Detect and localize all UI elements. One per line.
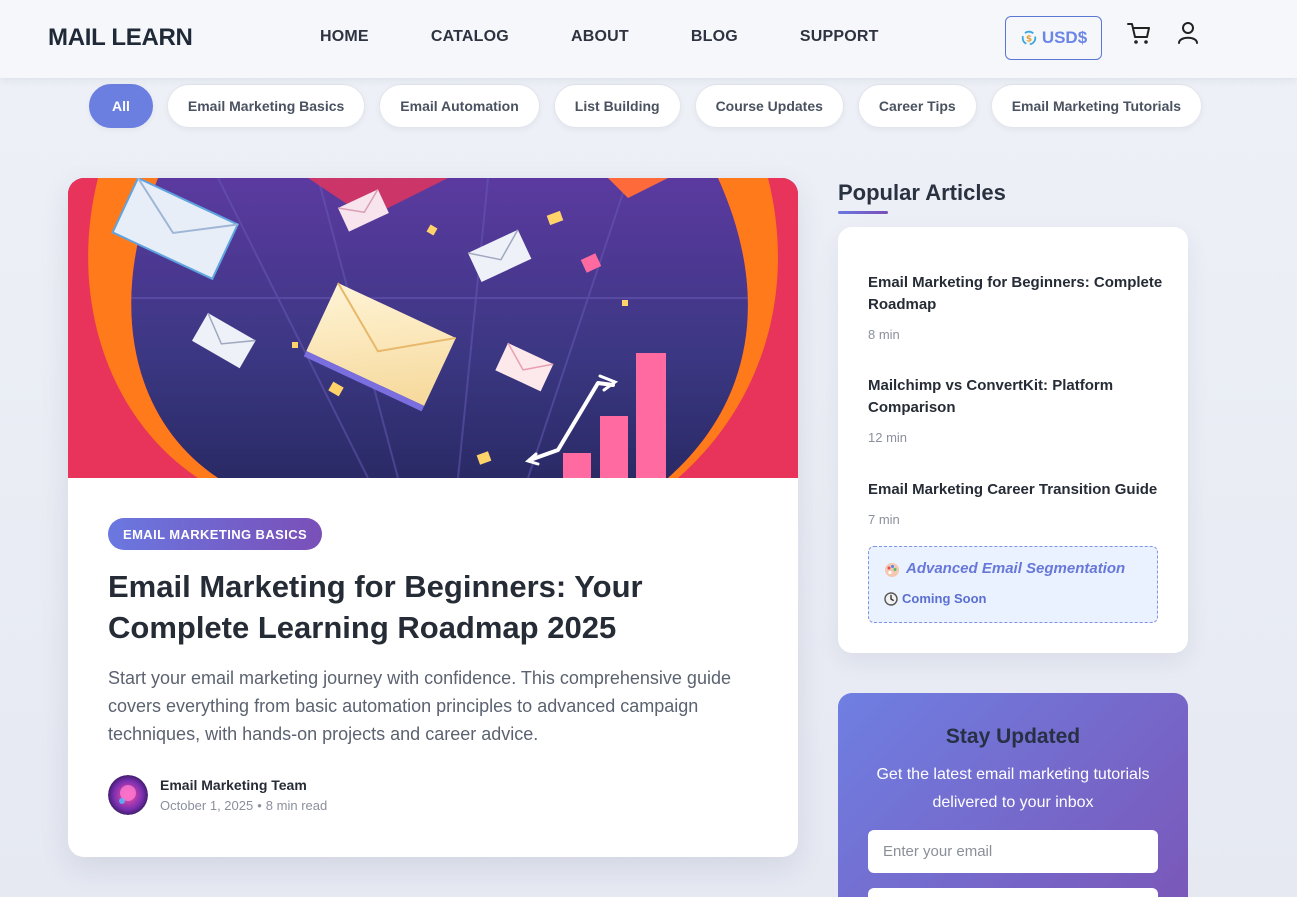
hero-image xyxy=(68,178,798,478)
category-filters: All Email Marketing Basics Email Automat… xyxy=(89,84,1203,128)
newsletter-email-input[interactable] xyxy=(868,830,1158,873)
article-meta: October 1, 2025 • 8 min read xyxy=(160,798,327,813)
nav-blog[interactable]: BLOG xyxy=(691,28,738,46)
site-logo[interactable]: MAIL LEARN xyxy=(48,24,193,52)
newsletter-panel: Stay Updated Get the latest email market… xyxy=(838,693,1188,897)
palette-icon xyxy=(885,563,899,577)
article-title[interactable]: Email Marketing for Beginners: Your Comp… xyxy=(108,566,748,648)
newsletter-subscribe-button[interactable] xyxy=(868,888,1158,897)
filter-career-tips[interactable]: Career Tips xyxy=(857,84,977,128)
currency-selector[interactable]: $ USD$ xyxy=(1005,16,1102,60)
filter-course-updates[interactable]: Course Updates xyxy=(694,84,844,128)
coming-soon-title: Advanced Email Segmentation xyxy=(906,560,1126,577)
filter-email-automation[interactable]: Email Automation xyxy=(379,84,540,128)
popular-article-time: 12 min xyxy=(868,430,908,445)
user-icon[interactable] xyxy=(1175,20,1201,46)
nav-support[interactable]: SUPPORT xyxy=(800,28,879,46)
popular-article-title[interactable]: Mailchimp vs ConvertKit: Platform Compar… xyxy=(868,375,1163,419)
filter-email-marketing-tutorials[interactable]: Email Marketing Tutorials xyxy=(990,84,1203,128)
author-block: Email Marketing Team October 1, 2025 • 8 m… xyxy=(108,775,327,815)
author-avatar xyxy=(108,775,148,815)
currency-label: USD$ xyxy=(1041,28,1088,47)
clock-icon xyxy=(884,592,898,606)
popular-articles-heading: Popular Articles xyxy=(838,180,1006,205)
nav-about[interactable]: ABOUT xyxy=(571,28,629,46)
filter-list-building[interactable]: List Building xyxy=(553,84,681,128)
featured-article-card[interactable]: EMAIL MARKETING BASICS Email Marketing f… xyxy=(68,178,798,857)
newsletter-title: Stay Updated xyxy=(945,725,1081,748)
main-nav: HOME CATALOG ABOUT BLOG SUPPORT xyxy=(320,28,941,46)
popular-article-title[interactable]: Email Marketing Career Transition Guide xyxy=(868,479,1163,501)
popular-article-item[interactable]: Email Marketing Career Transition Guide … xyxy=(868,479,1163,527)
article-excerpt: Start your email marketing journey with … xyxy=(108,668,731,744)
article-date: October 1, 2025 xyxy=(160,798,254,813)
cart-icon[interactable] xyxy=(1126,20,1152,46)
site-header: MAIL LEARN HOME CATALOG ABOUT BLOG SUPPO… xyxy=(0,0,1297,78)
popular-article-item[interactable]: Email Marketing for Beginners: Complete … xyxy=(868,272,1163,342)
category-badge[interactable]: EMAIL MARKETING BASICS xyxy=(108,518,323,550)
read-time: 8 min read xyxy=(265,798,328,813)
coming-soon-item: Advanced Email Segmentation Coming Soon xyxy=(868,546,1158,623)
popular-article-time: 7 min xyxy=(868,512,900,527)
nav-home[interactable]: HOME xyxy=(320,28,369,46)
heading-underline xyxy=(838,211,888,214)
popular-articles-panel: Email Marketing for Beginners: Complete … xyxy=(838,227,1188,653)
filter-all[interactable]: All xyxy=(89,84,153,128)
filter-email-marketing-basics[interactable]: Email Marketing Basics xyxy=(166,84,366,128)
svg-text:$: $ xyxy=(1026,35,1032,45)
popular-article-item[interactable]: Mailchimp vs ConvertKit: Platform Compar… xyxy=(868,375,1163,445)
meta-separator: • xyxy=(257,798,262,813)
currency-exchange-icon: $ xyxy=(1021,30,1037,46)
coming-soon-status: Coming Soon xyxy=(902,591,987,606)
author-name: Email Marketing Team xyxy=(160,777,307,793)
nav-catalog[interactable]: CATALOG xyxy=(431,28,509,46)
newsletter-description: Get the latest email marketing tutorials… xyxy=(876,766,1150,811)
popular-article-time: 8 min xyxy=(868,327,900,342)
popular-article-title[interactable]: Email Marketing for Beginners: Complete … xyxy=(868,272,1163,316)
